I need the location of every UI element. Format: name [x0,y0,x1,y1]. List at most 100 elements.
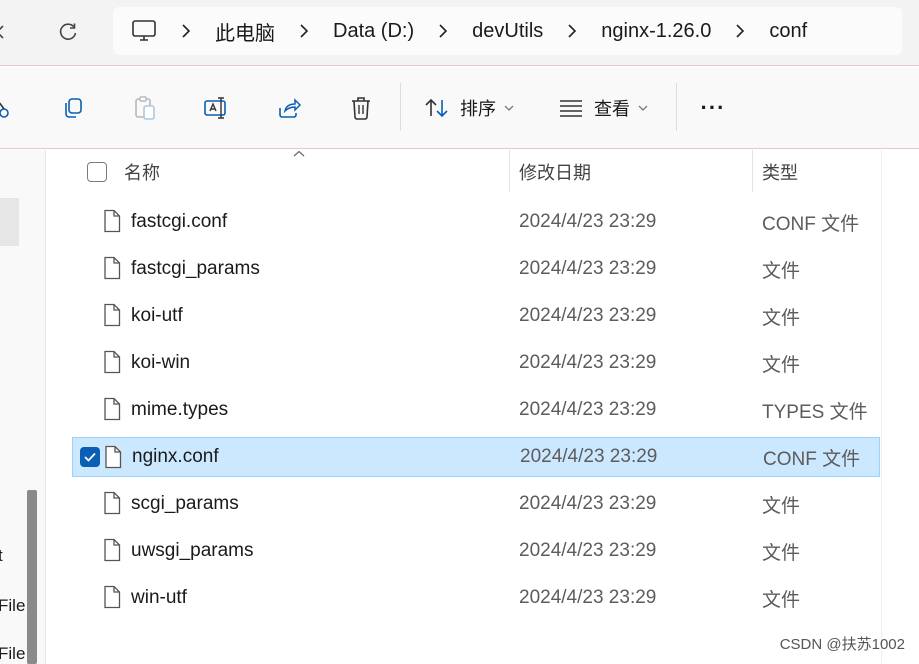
file-icon [104,445,122,474]
chevron-down-icon [504,105,514,111]
column-header-name[interactable]: 名称 [124,150,504,194]
file-name: koi-win [131,352,191,373]
arrow-left-icon [0,25,4,39]
file-type: 文件 [762,260,801,282]
file-name: mime.types [131,399,229,420]
copy-button[interactable] [56,91,90,125]
chevron-down-icon [638,105,648,111]
column-divider[interactable] [509,150,510,192]
select-all-header[interactable] [87,161,107,183]
file-modified-date: 2024/4/23 23:29 [519,587,657,608]
list-view-icon [560,100,582,117]
file-row[interactable]: uwsgi_params 2024/4/23 23:29 文件 [72,531,880,571]
watermark: CSDN @扶苏1002 [779,636,905,653]
file-type: CONF 文件 [762,213,860,235]
breadcrumb-item[interactable]: conf [769,20,807,43]
file-row[interactable]: scgi_params 2024/4/23 23:29 文件 [72,484,880,524]
file-type: 文件 [762,495,801,517]
nav-scrollbar[interactable] [27,490,37,664]
sort-arrows-icon [425,98,448,118]
column-name-label: 名称 [124,163,160,183]
file-modified-date: 2024/4/23 23:29 [519,493,657,514]
file-type: 文件 [762,307,801,329]
file-modified-date: 2024/4/23 23:29 [520,446,658,467]
file-type: 文件 [762,589,801,611]
file-row[interactable]: mime.types 2024/4/23 23:29 TYPES 文件 [72,390,880,430]
file-name: scgi_params [131,493,239,514]
more-options-button[interactable]: ··· [694,91,732,125]
file-type: CONF 文件 [763,448,861,470]
chevron-right-icon[interactable] [729,21,751,41]
delete-button[interactable] [344,91,378,125]
breadcrumb-item[interactable]: 此电脑 [215,17,275,46]
view-button[interactable]: 查看 [558,91,648,125]
chevron-right-icon[interactable] [293,21,315,41]
address-row: 此电脑 Data (D:) devUtils nginx-1.26.0 conf [0,0,919,66]
file-name: koi-utf [131,305,183,326]
file-name: fastcgi.conf [131,211,228,232]
rename-button[interactable] [200,91,234,125]
file-row[interactable]: win-utf 2024/4/23 23:29 文件 [72,578,880,618]
vertical-scrollbar[interactable] [881,150,919,664]
file-name: win-utf [131,587,187,608]
select-all-checkbox[interactable] [87,162,107,182]
file-row[interactable]: fastcgi.conf 2024/4/23 23:29 CONF 文件 [72,202,880,242]
share-button[interactable] [272,91,306,125]
file-row[interactable]: koi-utf 2024/4/23 23:29 文件 [72,296,880,336]
breadcrumb-item[interactable]: Data (D:) [333,20,414,43]
back-button[interactable] [0,16,18,48]
toolbar-divider [400,83,401,131]
nav-selected-item[interactable] [0,198,19,246]
nav-item-label[interactable]: File [0,644,25,664]
file-name: fastcgi_params [131,258,260,279]
column-type-label: 类型 [762,163,798,183]
file-row[interactable]: nginx.conf 2024/4/23 23:29 CONF 文件 [72,437,880,477]
scissors-icon [0,102,9,118]
file-type: TYPES 文件 [762,401,868,423]
file-list: 名称 修改日期 类型 fastcgi.conf 2024/4/23 23:29 CO… [72,150,881,664]
file-modified-date: 2024/4/23 23:29 [519,305,657,326]
file-modified-date: 2024/4/23 23:29 [519,211,657,232]
file-icon [103,538,121,567]
copy-icon [65,98,82,118]
breadcrumb-item[interactable]: nginx-1.26.0 [601,20,711,43]
trash-icon [352,97,370,120]
file-type: 文件 [762,354,801,376]
file-icon [103,209,121,238]
view-label: 查看 [594,99,630,119]
file-icon [103,585,121,614]
column-divider[interactable] [752,150,753,192]
file-modified-date: 2024/4/23 23:29 [519,352,657,373]
file-icon [103,397,121,426]
sort-label: 排序 [460,99,496,119]
chevron-right-icon[interactable] [175,21,197,41]
row-checkbox[interactable] [80,447,100,467]
cut-button[interactable] [0,91,16,125]
sort-button[interactable]: 排序 [424,91,514,125]
breadcrumb-item[interactable]: devUtils [472,20,543,43]
column-header-date[interactable]: 修改日期 [519,150,749,194]
file-row[interactable]: koi-win 2024/4/23 23:29 文件 [72,343,880,383]
checkmark-icon [80,447,100,467]
file-row[interactable]: fastcgi_params 2024/4/23 23:29 文件 [72,249,880,289]
computer-icon [131,19,157,43]
nav-item-label[interactable]: File [0,596,25,616]
chevron-right-icon[interactable] [432,21,454,41]
refresh-icon [59,23,77,40]
column-header-type[interactable]: 类型 [762,150,880,194]
file-type: 文件 [762,542,801,564]
paste-button[interactable] [128,91,162,125]
command-bar: 排序 查看 ··· [0,67,919,149]
rename-icon [204,97,226,119]
toolbar-divider [676,83,677,131]
chevron-right-icon[interactable] [561,21,583,41]
file-icon [103,256,121,285]
refresh-button[interactable] [52,16,84,48]
column-date-label: 修改日期 [519,163,591,183]
file-name: nginx.conf [132,446,219,467]
file-icon [103,350,121,379]
nav-item-label[interactable]: t [0,546,3,566]
file-name: uwsgi_params [131,540,254,561]
navigation-pane: t File File [0,150,46,664]
address-bar[interactable]: 此电脑 Data (D:) devUtils nginx-1.26.0 conf [113,7,902,55]
